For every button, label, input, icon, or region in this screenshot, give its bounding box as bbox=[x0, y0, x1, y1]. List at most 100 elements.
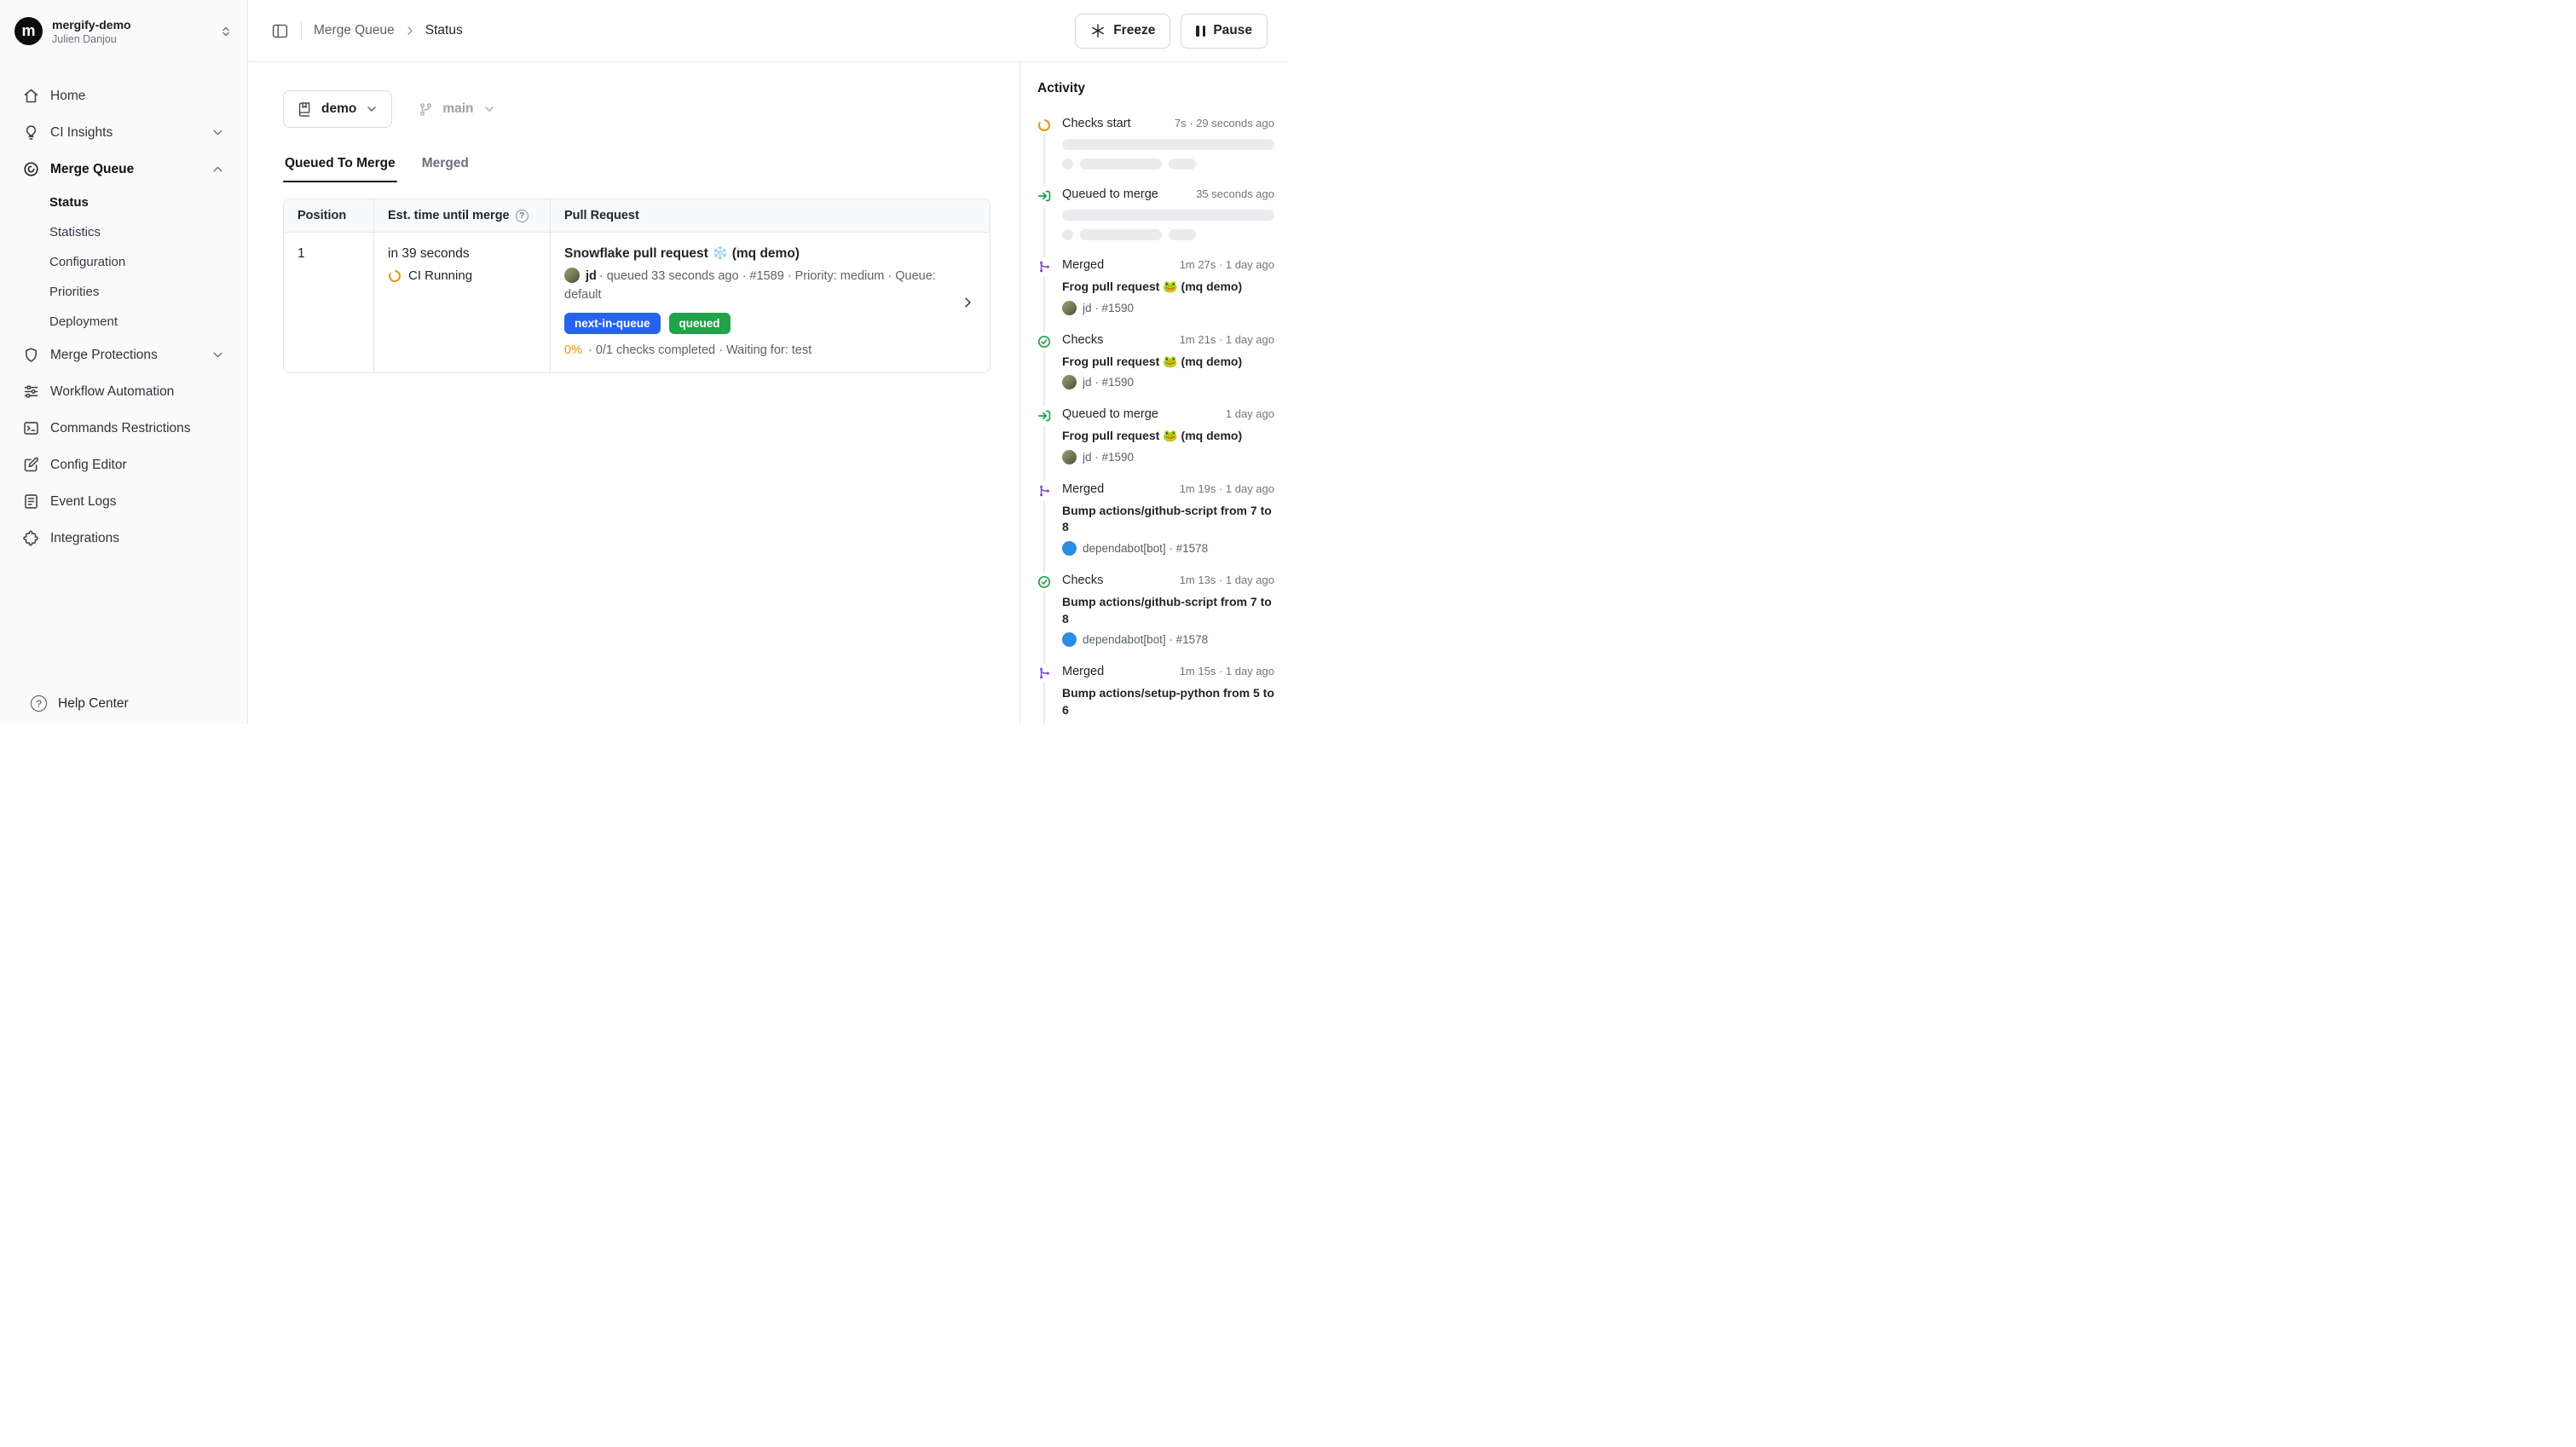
activity-item[interactable]: Queued to merge 35 seconds ago bbox=[1037, 187, 1274, 240]
terminal-icon bbox=[22, 419, 40, 437]
sidebar-item-ci-insights[interactable]: CI Insights bbox=[12, 114, 235, 151]
activity-entry: Frog pull request 🐸 (mq demo) jd · #1590 bbox=[1062, 428, 1274, 464]
sidebar-item-config-editor[interactable]: Config Editor bbox=[12, 447, 235, 483]
org-switcher[interactable]: m mergify-demo Julien Danjou bbox=[0, 10, 247, 52]
merge-queue-subnav: Status Statistics Configuration Prioriti… bbox=[12, 187, 235, 337]
tab-merged[interactable]: Merged bbox=[420, 151, 471, 182]
chevron-down-icon bbox=[365, 102, 378, 116]
sidebar-item-merge-queue[interactable]: Merge Queue bbox=[12, 151, 235, 187]
activity-pr-title[interactable]: Frog pull request 🐸 (mq demo) bbox=[1062, 354, 1274, 371]
sidebar-item-label: Workflow Automation bbox=[50, 384, 174, 400]
queue-row[interactable]: 1 in 39 seconds CI Running Snowflake pul… bbox=[284, 233, 990, 372]
tab-queued-to-merge[interactable]: Queued To Merge bbox=[283, 151, 397, 182]
pencil-square-icon bbox=[22, 456, 40, 474]
activity-type-icon bbox=[1037, 573, 1051, 591]
activity-item[interactable]: Merged 1m 15s · 1 day ago Bump actions/s… bbox=[1037, 665, 1274, 724]
activity-item[interactable]: Checks start 7s · 29 seconds ago bbox=[1037, 117, 1274, 170]
chevron-down-icon bbox=[211, 125, 225, 140]
mergify-logo: m bbox=[14, 17, 43, 45]
activity-entry: Frog pull request 🐸 (mq demo) jd · #1590 bbox=[1062, 279, 1274, 315]
chevron-up-icon bbox=[211, 162, 225, 176]
sidebar-item-label: Merge Queue bbox=[50, 162, 134, 177]
skeleton-bar bbox=[1062, 210, 1274, 221]
header-position: Position bbox=[284, 199, 373, 232]
activity-author-avatar bbox=[1062, 375, 1077, 389]
activity-skeleton bbox=[1062, 139, 1274, 170]
repo-icon bbox=[297, 101, 313, 118]
sidebar-item-event-logs[interactable]: Event Logs bbox=[12, 483, 235, 520]
activity-time: 35 seconds ago bbox=[1196, 187, 1274, 200]
breadcrumb-status: Status bbox=[425, 23, 463, 38]
activity-event-title: Checks bbox=[1062, 333, 1103, 347]
pr-title[interactable]: Snowflake pull request ❄️ (mq demo) bbox=[564, 245, 952, 262]
chevron-right-icon[interactable] bbox=[960, 294, 976, 310]
sidebar-item-workflow-automation[interactable]: Workflow Automation bbox=[12, 373, 235, 410]
sidebar-toggle-icon[interactable] bbox=[271, 22, 289, 40]
question-circle-icon[interactable]: ? bbox=[516, 210, 528, 222]
breadcrumb: Merge Queue Status bbox=[314, 23, 463, 38]
activity-time: 1 day ago bbox=[1226, 407, 1274, 420]
activity-pr-title[interactable]: Bump actions/github-script from 7 to 8 bbox=[1062, 594, 1274, 627]
activity-head: Checks 1m 21s · 1 day ago bbox=[1062, 333, 1274, 347]
activity-head: Merged 1m 15s · 1 day ago bbox=[1062, 665, 1274, 678]
activity-author: jd · #1590 bbox=[1083, 451, 1134, 464]
sliders-icon bbox=[22, 383, 40, 401]
activity-event-title: Merged bbox=[1062, 665, 1104, 678]
merge-queue-icon bbox=[22, 160, 40, 178]
skeleton-avatar bbox=[1062, 159, 1073, 170]
sidebar-item-deployment[interactable]: Deployment bbox=[12, 307, 235, 337]
pause-button[interactable]: Pause bbox=[1181, 14, 1268, 49]
chevron-down-icon bbox=[482, 102, 496, 116]
sidebar-item-label: Home bbox=[50, 89, 85, 104]
sidebar-item-integrations[interactable]: Integrations bbox=[12, 520, 235, 556]
activity-pr-title[interactable]: Frog pull request 🐸 (mq demo) bbox=[1062, 279, 1274, 296]
sidebar-item-priorities[interactable]: Priorities bbox=[12, 277, 235, 307]
git-branch-icon bbox=[418, 101, 434, 118]
main-column: Merge Queue Status Freeze Pause bbox=[248, 0, 1288, 724]
activity-event-title: Queued to merge bbox=[1062, 187, 1158, 201]
activity-type-icon bbox=[1037, 116, 1051, 135]
activity-pr-title[interactable]: Bump actions/setup-python from 5 to 6 bbox=[1062, 685, 1274, 718]
activity-author-row: jd · #1590 bbox=[1062, 375, 1274, 389]
activity-time: 1m 15s · 1 day ago bbox=[1180, 665, 1274, 677]
activity-item[interactable]: Merged 1m 19s · 1 day ago Bump actions/g… bbox=[1037, 482, 1274, 556]
skeleton-row bbox=[1062, 159, 1274, 170]
sidebar-item-merge-protections[interactable]: Merge Protections bbox=[12, 337, 235, 373]
skeleton-bar bbox=[1169, 159, 1196, 170]
activity-item[interactable]: Queued to merge 1 day ago Frog pull requ… bbox=[1037, 407, 1274, 464]
sidebar-item-label: CI Insights bbox=[50, 125, 113, 141]
git-merge-icon bbox=[1037, 484, 1051, 498]
sidebar-item-commands-restrictions[interactable]: Commands Restrictions bbox=[12, 410, 235, 447]
activity-event-title: Queued to merge bbox=[1062, 407, 1158, 421]
git-merge-icon bbox=[1037, 260, 1051, 274]
activity-author: jd · #1590 bbox=[1083, 302, 1134, 314]
activity-pr-title[interactable]: Frog pull request 🐸 (mq demo) bbox=[1062, 428, 1274, 445]
activity-pr-title[interactable]: Bump actions/github-script from 7 to 8 bbox=[1062, 503, 1274, 536]
checks-text: · 0/1 checks completed · Waiting for: te… bbox=[588, 343, 811, 357]
activity-author-avatar bbox=[1062, 450, 1077, 464]
activity-author: dependabot[bot] · #1578 bbox=[1083, 542, 1208, 555]
sidebar-item-statistics[interactable]: Statistics bbox=[12, 217, 235, 247]
activity-type-icon bbox=[1037, 481, 1051, 500]
activity-item[interactable]: Checks 1m 21s · 1 day ago Frog pull requ… bbox=[1037, 333, 1274, 390]
skeleton-row bbox=[1062, 229, 1274, 240]
activity-author: dependabot[bot] · #1578 bbox=[1083, 633, 1208, 646]
pr-meta-text: · queued 33 seconds ago · #1589 · Priori… bbox=[564, 269, 936, 302]
branch-selector[interactable]: main bbox=[404, 90, 509, 128]
sidebar-item-status[interactable]: Status bbox=[12, 187, 235, 217]
activity-body: Merged 1m 15s · 1 day ago Bump actions/s… bbox=[1062, 665, 1274, 724]
queue-table-header: Position Est. time until merge ? Pull Re… bbox=[284, 199, 990, 233]
sidebar-item-home[interactable]: Home bbox=[12, 78, 235, 114]
activity-item[interactable]: Checks 1m 13s · 1 day ago Bump actions/g… bbox=[1037, 574, 1274, 647]
activity-item[interactable]: Merged 1m 27s · 1 day ago Frog pull requ… bbox=[1037, 258, 1274, 315]
sidebar-item-label: Config Editor bbox=[50, 458, 127, 473]
activity-head: Merged 1m 27s · 1 day ago bbox=[1062, 258, 1274, 272]
document-list-icon bbox=[22, 493, 40, 510]
breadcrumb-merge-queue[interactable]: Merge Queue bbox=[314, 23, 395, 38]
sidebar-item-configuration[interactable]: Configuration bbox=[12, 247, 235, 277]
freeze-button[interactable]: Freeze bbox=[1075, 14, 1170, 49]
activity-type-icon bbox=[1037, 332, 1051, 351]
sidebar-item-label: Commands Restrictions bbox=[50, 421, 191, 436]
help-center[interactable]: ? Help Center bbox=[31, 695, 129, 712]
repo-selector[interactable]: demo bbox=[283, 90, 392, 128]
